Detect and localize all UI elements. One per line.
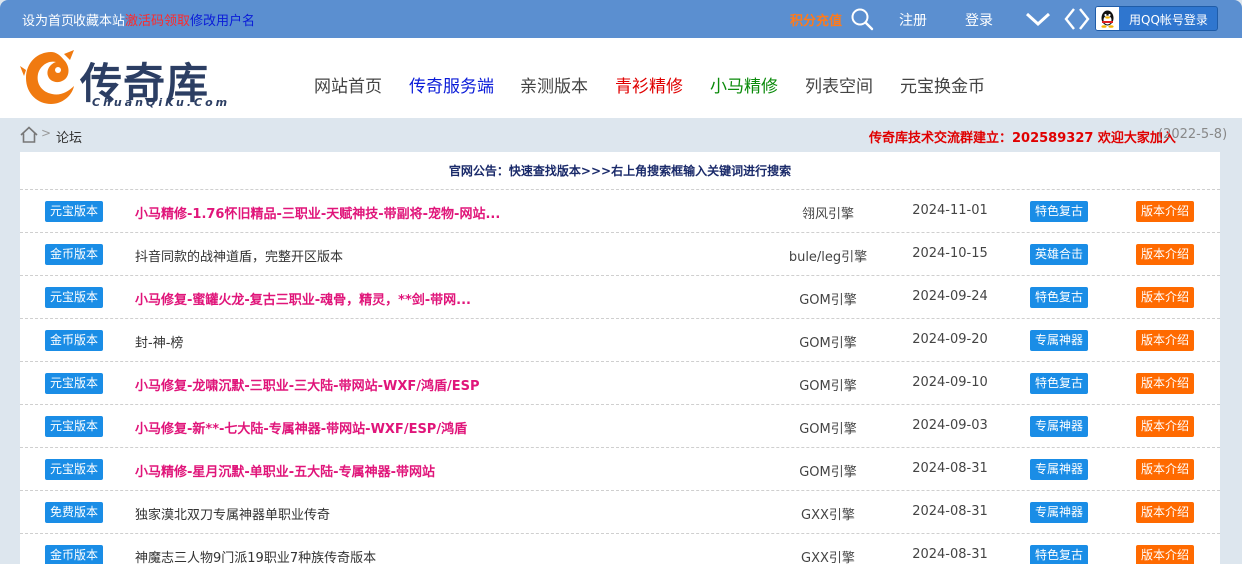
list-item: 金币版本 封-神-榜 GOM引擎 2024-09-20 专属神器 版本介绍 — [20, 319, 1220, 362]
post-date: 2024-09-20 — [912, 332, 988, 347]
version-title-link[interactable]: 小马修复-新**-七大陆-专属神器-带网站-WXF/ESP/鸿盾 — [135, 418, 467, 437]
search-icon[interactable] — [850, 7, 874, 31]
list-item: 元宝版本 小马修复-新**-七大陆-专属神器-带网站-WXF/ESP/鸿盾 GOM引… — [20, 405, 1220, 448]
nav-item-home[interactable]: 网站首页 — [314, 72, 382, 97]
version-type-badge[interactable]: 金币版本 — [45, 545, 104, 564]
version-intro-button[interactable]: 版本介绍 — [1136, 287, 1195, 308]
version-title-link[interactable]: 神魔志三人物9门派19职业7种族传奇版本 — [135, 547, 376, 564]
breadcrumb-separator: > — [41, 126, 52, 140]
version-intro-button[interactable]: 版本介绍 — [1136, 502, 1195, 523]
qq-login-button[interactable]: 用QQ帐号登录 — [1095, 6, 1218, 31]
version-type-badge[interactable]: 元宝版本 — [45, 373, 104, 394]
version-title-link[interactable]: 小马精修-1.76怀旧精品-三职业-天赋神技-带副将-宠物-网站... — [135, 203, 500, 222]
version-type-badge[interactable]: 金币版本 — [45, 330, 104, 351]
post-date: 2024-09-10 — [912, 375, 988, 390]
register-link[interactable]: 注册 — [899, 10, 927, 30]
breadcrumb-forum[interactable]: 论坛 — [56, 127, 82, 146]
engine-label: GOM引擎 — [799, 293, 857, 308]
qq-login-label: 用QQ帐号登录 — [1129, 13, 1208, 27]
login-link[interactable]: 登录 — [965, 10, 993, 30]
post-date: 2024-08-31 — [912, 461, 988, 476]
category-tag[interactable]: 英雄合击 — [1030, 244, 1089, 265]
post-date: 2024-08-31 — [912, 547, 988, 562]
category-tag[interactable]: 特色复古 — [1030, 373, 1089, 394]
list-item: 金币版本 神魔志三人物9门派19职业7种族传奇版本 GXX引擎 2024-08-31 特… — [20, 534, 1220, 564]
home-icon[interactable] — [20, 126, 38, 143]
favorite-link[interactable]: 收藏本站 — [73, 10, 125, 29]
category-tag[interactable]: 专属神器 — [1030, 416, 1089, 437]
points-recharge-link[interactable]: 积分充值 — [790, 10, 842, 29]
nav-item-xiaoma-refined[interactable]: 小马精修 — [710, 72, 778, 97]
version-intro-button[interactable]: 版本介绍 — [1136, 201, 1195, 222]
nav-item-list-space[interactable]: 列表空间 — [805, 72, 873, 97]
list-item: 元宝版本 小马修复-蜜罐火龙-复古三职业-魂骨，精灵，**剑-带网... GOM引擎… — [20, 276, 1220, 319]
version-title-link[interactable]: 小马修复-龙啸沉默-三职业-三大陆-带网站-WXF/鸿盾/ESP — [135, 375, 480, 394]
version-intro-button[interactable]: 版本介绍 — [1136, 244, 1195, 265]
list-item: 元宝版本 小马修复-龙啸沉默-三职业-三大陆-带网站-WXF/鸿盾/ESP GOM引… — [20, 362, 1220, 405]
nav-item-ingot-exchange[interactable]: 元宝换金币 — [900, 72, 985, 97]
category-tag[interactable]: 特色复古 — [1030, 545, 1089, 564]
list-item: 元宝版本 小马精修-星月沉默-单职业-五大陆-专属神器-带网站 GOM引擎 2024-… — [20, 448, 1220, 491]
version-intro-button[interactable]: 版本介绍 — [1136, 330, 1195, 351]
version-intro-button[interactable]: 版本介绍 — [1136, 545, 1195, 564]
version-title-link[interactable]: 封-神-榜 — [135, 332, 183, 351]
engine-label: GOM引擎 — [799, 336, 857, 351]
set-home-link[interactable]: 设为首页 — [22, 10, 74, 29]
version-intro-button[interactable]: 版本介绍 — [1136, 459, 1195, 480]
engine-label: 翎风引擎 — [801, 207, 854, 222]
post-date: 2024-10-15 — [912, 246, 988, 261]
chevron-down-icon[interactable] — [1025, 10, 1051, 28]
post-date: 2024-09-03 — [912, 418, 988, 433]
category-tag[interactable]: 专属神器 — [1030, 330, 1089, 351]
version-title-link[interactable]: 独家漠北双刀专属神器单职业传奇 — [135, 504, 330, 523]
engine-label: GOM引擎 — [799, 465, 857, 480]
version-intro-button[interactable]: 版本介绍 — [1136, 416, 1195, 437]
nav-item-qingshan-refined[interactable]: 青衫精修 — [615, 72, 683, 97]
version-type-badge[interactable]: 元宝版本 — [45, 459, 104, 480]
version-title-link[interactable]: 小马修复-蜜罐火龙-复古三职业-魂骨，精灵，**剑-带网... — [135, 289, 471, 308]
post-date: 2024-09-24 — [912, 289, 988, 304]
breadcrumb: > 论坛 传奇库技术交流群建立：202589327 欢迎大家加入 (2022-5… — [0, 118, 1242, 152]
engine-label: GOM引擎 — [799, 422, 857, 437]
post-date: 2024-11-01 — [912, 203, 988, 218]
version-list-panel: 官网公告：快速查找版本>>>右上角搜索框输入关键词进行搜索 元宝版本 小马精修-1… — [20, 152, 1220, 564]
version-type-badge[interactable]: 元宝版本 — [45, 287, 104, 308]
version-intro-button[interactable]: 版本介绍 — [1136, 373, 1195, 394]
nav-item-tested-versions[interactable]: 亲测版本 — [520, 72, 588, 97]
top-bar: 设为首页 收藏本站 激活码领取 修改用户名 积分充值 注册 登录 用QQ帐号登录 — [0, 0, 1242, 38]
version-title-link[interactable]: 小马精修-星月沉默-单职业-五大陆-专属神器-带网站 — [135, 461, 435, 480]
announcement: 官网公告：快速查找版本>>>右上角搜索框输入关键词进行搜索 — [20, 152, 1220, 190]
version-title-link[interactable]: 抖音同款的战神道盾，完整开区版本 — [135, 246, 343, 265]
engine-label: GOM引擎 — [799, 379, 857, 394]
category-tag[interactable]: 特色复古 — [1030, 287, 1089, 308]
post-date: 2024-08-31 — [912, 504, 988, 519]
version-type-badge[interactable]: 元宝版本 — [45, 201, 104, 222]
edit-username-link[interactable]: 修改用户名 — [190, 10, 255, 29]
activation-code-link[interactable]: 激活码领取 — [125, 10, 190, 29]
engine-label: GXX引擎 — [801, 508, 855, 523]
main-nav: 网站首页 传奇服务端 亲测版本 青衫精修 小马精修 列表空间 元宝换金币 — [0, 38, 1242, 118]
engine-label: GXX引擎 — [801, 551, 855, 564]
version-type-badge[interactable]: 元宝版本 — [45, 416, 104, 437]
list-item: 金币版本 抖音同款的战神道盾，完整开区版本 bule/leg引擎 2024-10-15… — [20, 233, 1220, 276]
version-type-badge[interactable]: 金币版本 — [45, 244, 104, 265]
nav-item-server-files[interactable]: 传奇服务端 — [409, 72, 494, 97]
qq-penguin-icon — [1096, 7, 1119, 30]
site-header: 传奇库 ChuanQiKu.Com 网站首页 传奇服务端 亲测版本 青衫精修 小… — [0, 38, 1242, 118]
category-tag[interactable]: 特色复古 — [1030, 201, 1089, 222]
category-tag[interactable]: 专属神器 — [1030, 459, 1089, 480]
engine-label: bule/leg引擎 — [788, 250, 868, 265]
qq-group-notice: 传奇库技术交流群建立：202589327 欢迎大家加入 — [869, 131, 1176, 146]
code-brackets-icon[interactable] — [1064, 7, 1090, 31]
list-item: 免费版本 独家漠北双刀专属神器单职业传奇 GXX引擎 2024-08-31 专属神器 版本… — [20, 491, 1220, 534]
notice-date: (2022-5-8) — [1158, 127, 1228, 142]
category-tag[interactable]: 专属神器 — [1030, 502, 1089, 523]
version-type-badge[interactable]: 免费版本 — [45, 502, 104, 523]
list-item: 元宝版本 小马精修-1.76怀旧精品-三职业-天赋神技-带副将-宠物-网站... 翎… — [20, 190, 1220, 233]
